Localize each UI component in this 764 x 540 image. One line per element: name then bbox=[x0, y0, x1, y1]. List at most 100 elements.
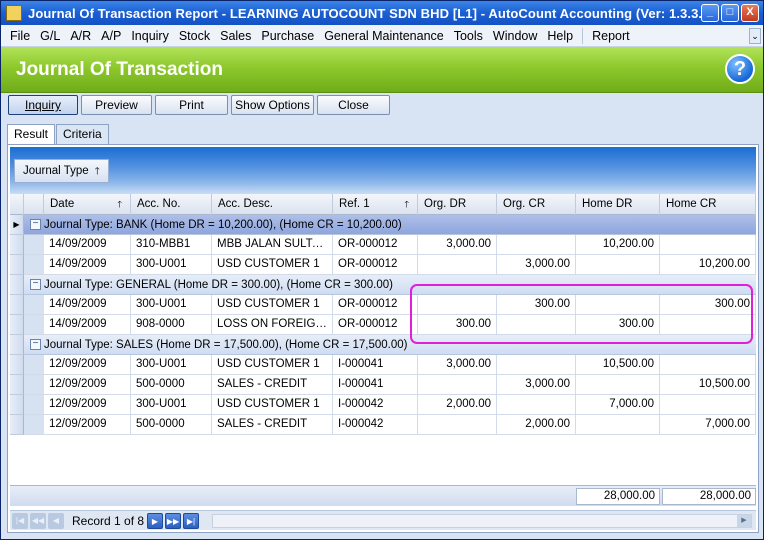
cell-home-dr[interactable]: 300.00 bbox=[576, 315, 660, 335]
cell-ref1[interactable]: I-000042 bbox=[333, 415, 418, 435]
cell-home-cr[interactable] bbox=[660, 355, 756, 375]
cell-acc-no[interactable]: 500-0000 bbox=[131, 375, 212, 395]
group-by-journal-type[interactable]: Journal Type 🡑 bbox=[14, 159, 109, 183]
cell-org-dr[interactable] bbox=[418, 415, 497, 435]
cell-org-cr[interactable]: 3,000.00 bbox=[497, 255, 576, 275]
cell-acc-no[interactable]: 300-U001 bbox=[131, 255, 212, 275]
title-bar[interactable]: Journal Of Transaction Report - LEARNING… bbox=[1, 1, 763, 25]
cell-home-cr[interactable] bbox=[660, 235, 756, 255]
table-row[interactable]: 14/09/2009 310-MBB1 MBB JALAN SULTAN OR-000… bbox=[10, 235, 756, 255]
cell-home-dr[interactable] bbox=[576, 255, 660, 275]
cell-acc-desc[interactable]: USD CUSTOMER 1 bbox=[212, 295, 333, 315]
cell-home-cr[interactable] bbox=[660, 315, 756, 335]
cell-ref1[interactable]: I-000041 bbox=[333, 375, 418, 395]
cell-date[interactable]: 14/09/2009 bbox=[44, 255, 131, 275]
table-row[interactable]: 12/09/2009 500-0000 SALES - CREDIT I-000041… bbox=[10, 375, 756, 395]
horizontal-scrollbar[interactable]: ▶ bbox=[212, 514, 752, 528]
row-selector[interactable] bbox=[10, 375, 24, 395]
row-selector[interactable] bbox=[10, 415, 24, 435]
cell-home-cr[interactable]: 300.00 bbox=[660, 295, 756, 315]
next-record-icon[interactable]: ▶ bbox=[147, 513, 163, 529]
cell-date[interactable]: 12/09/2009 bbox=[44, 355, 131, 375]
cell-acc-desc[interactable]: USD CUSTOMER 1 bbox=[212, 395, 333, 415]
collapse-group-icon[interactable]: − bbox=[30, 279, 41, 290]
cell-home-dr[interactable] bbox=[576, 375, 660, 395]
cell-org-dr[interactable]: 3,000.00 bbox=[418, 355, 497, 375]
cell-ref1[interactable]: OR-000012 bbox=[333, 235, 418, 255]
row-selector[interactable] bbox=[10, 255, 24, 275]
menu-window[interactable]: Window bbox=[488, 29, 542, 43]
tab-result[interactable]: Result bbox=[7, 124, 56, 145]
group-row[interactable]: − Journal Type: GENERAL (Home DR = 300.00… bbox=[10, 275, 756, 295]
cell-acc-no[interactable]: 300-U001 bbox=[131, 295, 212, 315]
print-button[interactable]: Print bbox=[155, 95, 228, 115]
cell-home-dr[interactable]: 10,200.00 bbox=[576, 235, 660, 255]
cell-ref1[interactable]: I-000041 bbox=[333, 355, 418, 375]
menu-ap[interactable]: A/P bbox=[96, 29, 126, 43]
column-org-dr[interactable]: Org. DR bbox=[418, 194, 497, 215]
collapse-group-icon[interactable]: − bbox=[30, 219, 41, 230]
row-selector[interactable] bbox=[10, 395, 24, 415]
help-icon[interactable]: ? bbox=[725, 54, 755, 84]
cell-org-cr[interactable]: 2,000.00 bbox=[497, 415, 576, 435]
preview-button[interactable]: Preview bbox=[81, 95, 152, 115]
menu-purchase[interactable]: Purchase bbox=[256, 29, 319, 43]
cell-org-dr[interactable] bbox=[418, 295, 497, 315]
table-row[interactable]: 12/09/2009 500-0000 SALES - CREDIT I-000042… bbox=[10, 415, 756, 435]
cell-home-dr[interactable] bbox=[576, 415, 660, 435]
current-row-indicator-icon[interactable]: ▶ bbox=[10, 215, 24, 235]
cell-date[interactable]: 12/09/2009 bbox=[44, 375, 131, 395]
column-ref1[interactable]: Ref. 1 🡑 bbox=[333, 194, 418, 215]
first-record-icon[interactable]: |◀ bbox=[12, 513, 28, 529]
column-date[interactable]: Date 🡑 bbox=[44, 194, 131, 215]
close-window-button[interactable]: X bbox=[741, 4, 759, 22]
cell-acc-no[interactable]: 300-U001 bbox=[131, 355, 212, 375]
cell-org-dr[interactable]: 3,000.00 bbox=[418, 235, 497, 255]
cell-org-dr[interactable] bbox=[418, 255, 497, 275]
column-acc-desc[interactable]: Acc. Desc. bbox=[212, 194, 333, 215]
cell-home-dr[interactable]: 10,500.00 bbox=[576, 355, 660, 375]
cell-acc-desc[interactable]: USD CUSTOMER 1 bbox=[212, 355, 333, 375]
show-options-button[interactable]: Show Options bbox=[231, 95, 314, 115]
cell-home-dr[interactable]: 7,000.00 bbox=[576, 395, 660, 415]
menu-stock[interactable]: Stock bbox=[174, 29, 215, 43]
cell-org-cr[interactable] bbox=[497, 235, 576, 255]
cell-org-dr[interactable]: 300.00 bbox=[418, 315, 497, 335]
menu-general-maintenance[interactable]: General Maintenance bbox=[319, 29, 449, 43]
cell-home-cr[interactable]: 10,500.00 bbox=[660, 375, 756, 395]
cell-ref1[interactable]: I-000042 bbox=[333, 395, 418, 415]
cell-date[interactable]: 12/09/2009 bbox=[44, 395, 131, 415]
cell-ref1[interactable]: OR-000012 bbox=[333, 255, 418, 275]
cell-date[interactable]: 14/09/2009 bbox=[44, 315, 131, 335]
menu-ar[interactable]: A/R bbox=[65, 29, 96, 43]
cell-ref1[interactable]: OR-000012 bbox=[333, 315, 418, 335]
cell-acc-no[interactable]: 908-0000 bbox=[131, 315, 212, 335]
menu-inquiry[interactable]: Inquiry bbox=[126, 29, 174, 43]
table-row[interactable]: 14/09/2009 300-U001 USD CUSTOMER 1 OR-00001… bbox=[10, 295, 756, 315]
cell-home-cr[interactable]: 10,200.00 bbox=[660, 255, 756, 275]
cell-acc-desc[interactable]: SALES - CREDIT bbox=[212, 375, 333, 395]
column-home-dr[interactable]: Home DR bbox=[576, 194, 660, 215]
column-home-cr[interactable]: Home CR bbox=[660, 194, 756, 215]
cell-home-cr[interactable] bbox=[660, 395, 756, 415]
close-button[interactable]: Close bbox=[317, 95, 390, 115]
cell-ref1[interactable]: OR-000012 bbox=[333, 295, 418, 315]
minimize-button[interactable]: _ bbox=[701, 4, 719, 22]
cell-acc-no[interactable]: 500-0000 bbox=[131, 415, 212, 435]
cell-org-cr[interactable] bbox=[497, 395, 576, 415]
cell-org-cr[interactable]: 3,000.00 bbox=[497, 375, 576, 395]
row-selector[interactable] bbox=[10, 275, 24, 295]
row-selector[interactable] bbox=[10, 335, 24, 355]
group-row[interactable]: − Journal Type: SALES (Home DR = 17,500.0… bbox=[10, 335, 756, 355]
inquiry-button[interactable]: Inquiry bbox=[8, 95, 78, 115]
table-row[interactable]: 12/09/2009 300-U001 USD CUSTOMER 1 I-000041… bbox=[10, 355, 756, 375]
cell-acc-no[interactable]: 300-U001 bbox=[131, 395, 212, 415]
cell-home-dr[interactable] bbox=[576, 295, 660, 315]
cell-org-dr[interactable]: 2,000.00 bbox=[418, 395, 497, 415]
cell-acc-desc[interactable]: SALES - CREDIT bbox=[212, 415, 333, 435]
cell-date[interactable]: 12/09/2009 bbox=[44, 415, 131, 435]
cell-org-cr[interactable] bbox=[497, 355, 576, 375]
last-record-icon[interactable]: ▶| bbox=[183, 513, 199, 529]
cell-org-cr[interactable]: 300.00 bbox=[497, 295, 576, 315]
cell-acc-desc[interactable]: MBB JALAN SULTAN bbox=[212, 235, 333, 255]
